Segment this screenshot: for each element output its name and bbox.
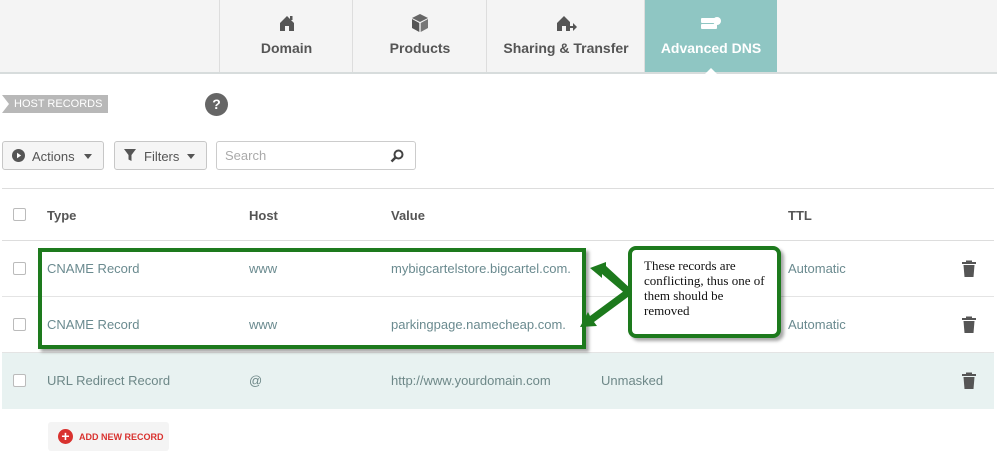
annotation-note: These records are conflicting, thus one … [628, 246, 781, 338]
plus-circle-icon: + [58, 429, 73, 444]
add-new-record-label: ADD NEW RECORD [79, 432, 164, 442]
add-new-record-button[interactable]: + ADD NEW RECORD [48, 422, 169, 451]
annotation-arrows [580, 262, 632, 327]
arrow-down [580, 288, 632, 327]
